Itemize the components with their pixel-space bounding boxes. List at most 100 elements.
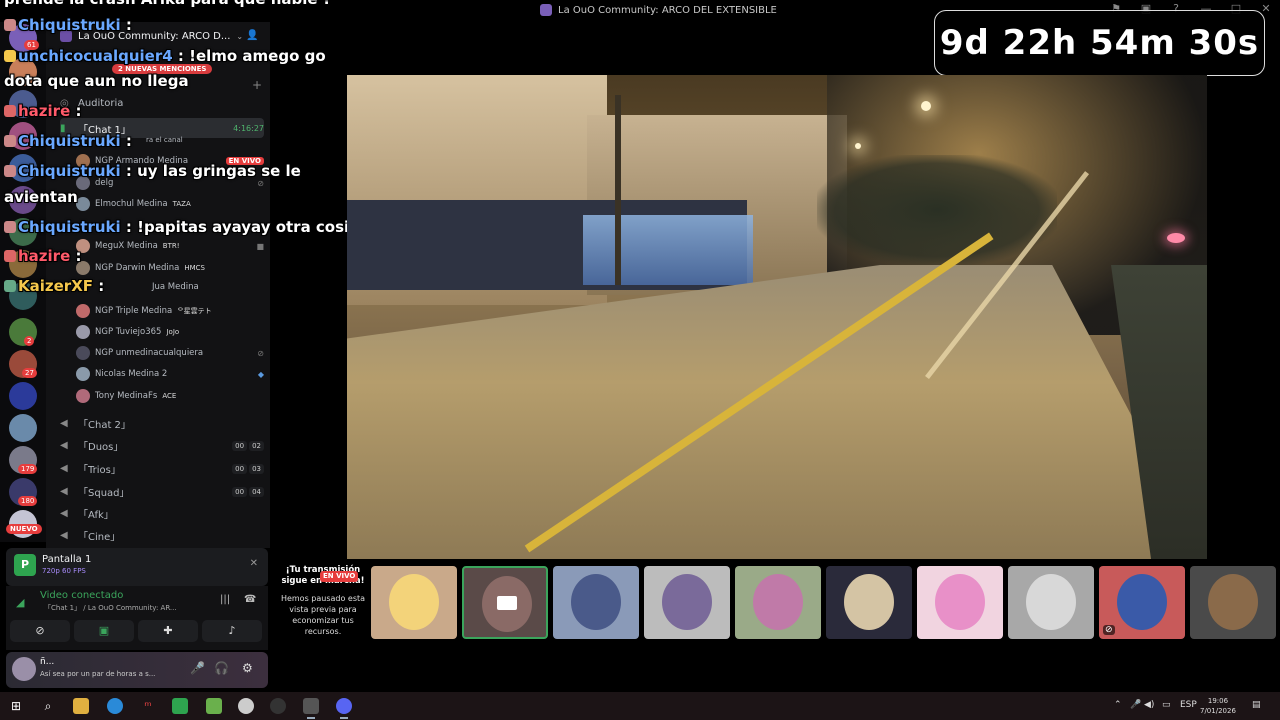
channel-limit: 02 — [249, 440, 264, 451]
server-icon-12[interactable] — [9, 382, 37, 410]
badge-icon — [4, 105, 16, 117]
channel-limit: 03 — [249, 463, 264, 474]
voice-user[interactable]: NGP Darwin Medina HMCS — [76, 261, 264, 275]
headphones-icon[interactable]: 🎧 — [214, 661, 229, 675]
kick-icon[interactable] — [172, 698, 188, 714]
edge-icon[interactable] — [107, 698, 123, 714]
gear-icon[interactable]: ⚙ — [242, 661, 253, 675]
participant-tile[interactable] — [1008, 566, 1094, 639]
start-icon[interactable]: ⊞ — [8, 698, 24, 714]
avatar — [753, 574, 803, 630]
plus-icon[interactable]: + — [252, 78, 262, 92]
speaker-icon: ◀ — [60, 463, 68, 474]
voice-user[interactable]: Tony MedinaFs ACE — [76, 389, 264, 403]
channel-duos[interactable]: ◀ 「Duos」 00 02 — [60, 438, 264, 453]
obs-icon[interactable] — [270, 698, 286, 714]
camera-icon — [497, 596, 517, 610]
server-icon-13[interactable] — [9, 414, 37, 442]
speaker-icon: ◀ — [60, 440, 68, 451]
camera-off-button[interactable]: ⊘ — [10, 620, 70, 642]
app-icon[interactable] — [303, 698, 319, 719]
user-panel: ñ... Así sea por un par de horas a s... … — [6, 652, 268, 688]
noise-suppression-icon[interactable]: ||| — [220, 594, 230, 605]
clock[interactable]: 19:06 7/01/2026 — [1200, 696, 1236, 716]
avatar — [76, 346, 90, 360]
participant-tile[interactable]: ⊘ — [1099, 566, 1185, 639]
voice-user-name: Elmochul Medina — [95, 199, 168, 209]
voice-user[interactable]: Elmochul Medina TAZA — [76, 197, 264, 211]
windows-taskbar: ⊞ ⌕ ᵐ ⌃ 🎤 ◀) ▭ ESP 19:06 7/01/2026 ▤ — [0, 692, 1280, 720]
voice-connection-panel: ◢ Video conectado 「Chat 1」 / La OuO Comm… — [6, 586, 268, 650]
chat-line: Chiquistruki : uy las gringas se le — [4, 162, 301, 180]
notifications-icon[interactable]: ▤ — [1252, 700, 1261, 710]
rail-badge: 179 — [18, 464, 38, 474]
share-screen-button[interactable]: ▣ — [74, 620, 134, 642]
app-icon[interactable] — [206, 698, 222, 714]
voice-user[interactable]: Nicolas Medina 2 ◆ — [76, 367, 264, 381]
camera-icon: ■ — [256, 241, 264, 251]
disconnect-icon[interactable]: ☎ — [244, 594, 256, 605]
video-trees — [817, 155, 1057, 265]
volume-icon[interactable]: ◀) — [1144, 700, 1154, 710]
stream-notice-body: Hemos pausado esta vista previa para eco… — [280, 594, 366, 636]
chat-line: KaizerXF : — [4, 277, 104, 295]
stop-share-icon[interactable]: ✕ — [250, 558, 258, 569]
voice-user[interactable]: NGP Triple Medina ᄋ星雲テト — [76, 304, 264, 318]
search-icon[interactable]: ⌕ — [40, 698, 56, 714]
speaker-icon: ◀ — [60, 530, 68, 541]
app-icon[interactable]: ᵐ — [140, 698, 156, 714]
chat-line: prende la crash Arika para que hable ? — [4, 0, 332, 8]
chevron-up-icon[interactable]: ⌃ — [1114, 700, 1122, 710]
voice-user-name: Tony MedinaFs — [95, 391, 158, 401]
chat-text: prende la crash Arika para que hable ? — [4, 0, 332, 8]
chevron-down-icon: ⌄ — [236, 31, 244, 41]
stream-video[interactable] — [347, 75, 1207, 559]
channel-chat-2[interactable]: ◀ 「Chat 2」 — [60, 416, 264, 431]
discord-icon[interactable] — [336, 698, 352, 719]
channel-label: 「Squad」 — [78, 488, 130, 499]
participant-tile[interactable] — [371, 566, 457, 639]
participant-tile[interactable] — [735, 566, 821, 639]
invite-icon[interactable]: 👤 — [246, 30, 258, 41]
microphone-icon[interactable]: 🎤 — [190, 661, 205, 675]
avatar — [571, 574, 621, 630]
microphone-icon[interactable]: 🎤 — [1130, 700, 1141, 710]
chat-nick: unchicocualquier4 — [18, 47, 173, 65]
channel-timer: 4:16:27 — [233, 123, 264, 133]
activities-button[interactable]: ✚ — [138, 620, 198, 642]
chat-line: dota que aun no llega — [4, 72, 189, 90]
avatar[interactable] — [12, 657, 36, 681]
voice-status[interactable]: Video conectado — [40, 590, 123, 601]
participant-tile[interactable] — [644, 566, 730, 639]
participant-tile[interactable] — [1190, 566, 1276, 639]
voice-user[interactable]: Jua Medina — [152, 282, 262, 292]
voice-user[interactable]: MeguX Medina BTR! ■ — [76, 239, 264, 253]
channel-afk[interactable]: ◀ 「Afk」 — [60, 506, 264, 521]
voice-user-name: NGP Tuviejo365 — [95, 327, 162, 337]
channel-trios[interactable]: ◀ 「Trios」 00 03 — [60, 461, 264, 476]
rail-badge: 27 — [22, 368, 37, 378]
clock-date: 7/01/2026 — [1200, 707, 1236, 715]
participant-tile[interactable] — [917, 566, 1003, 639]
voice-user[interactable]: NGP Tuviejo365 JoJo — [76, 325, 264, 339]
clock-time: 19:06 — [1207, 697, 1229, 705]
participant-tile[interactable] — [826, 566, 912, 639]
file-explorer-icon[interactable] — [73, 698, 89, 714]
channel-cine[interactable]: ◀ 「Cine」 — [60, 528, 264, 543]
video-light — [1167, 233, 1185, 243]
channel-auditoria[interactable]: ◎ Auditoria — [60, 98, 264, 109]
avatar — [389, 574, 439, 630]
app-icon[interactable] — [238, 698, 254, 714]
participant-tile[interactable] — [553, 566, 639, 639]
channel-subtitle: ra el canal — [146, 136, 256, 144]
soundboard-button[interactable]: ♪ — [202, 620, 262, 642]
channel-squad[interactable]: ◀ 「Squad」 00 04 — [60, 484, 264, 499]
voice-user[interactable]: NGP unmedinacualquiera ⊘ — [76, 346, 264, 360]
voice-user-name: NGP Darwin Medina — [95, 263, 180, 273]
language-indicator[interactable]: ESP — [1180, 700, 1197, 710]
participant-tile[interactable] — [462, 566, 548, 639]
network-icon[interactable]: ▭ — [1162, 700, 1171, 710]
channel-count: 00 — [232, 463, 248, 474]
server-icon — [540, 4, 552, 16]
badge-icon — [4, 165, 16, 177]
